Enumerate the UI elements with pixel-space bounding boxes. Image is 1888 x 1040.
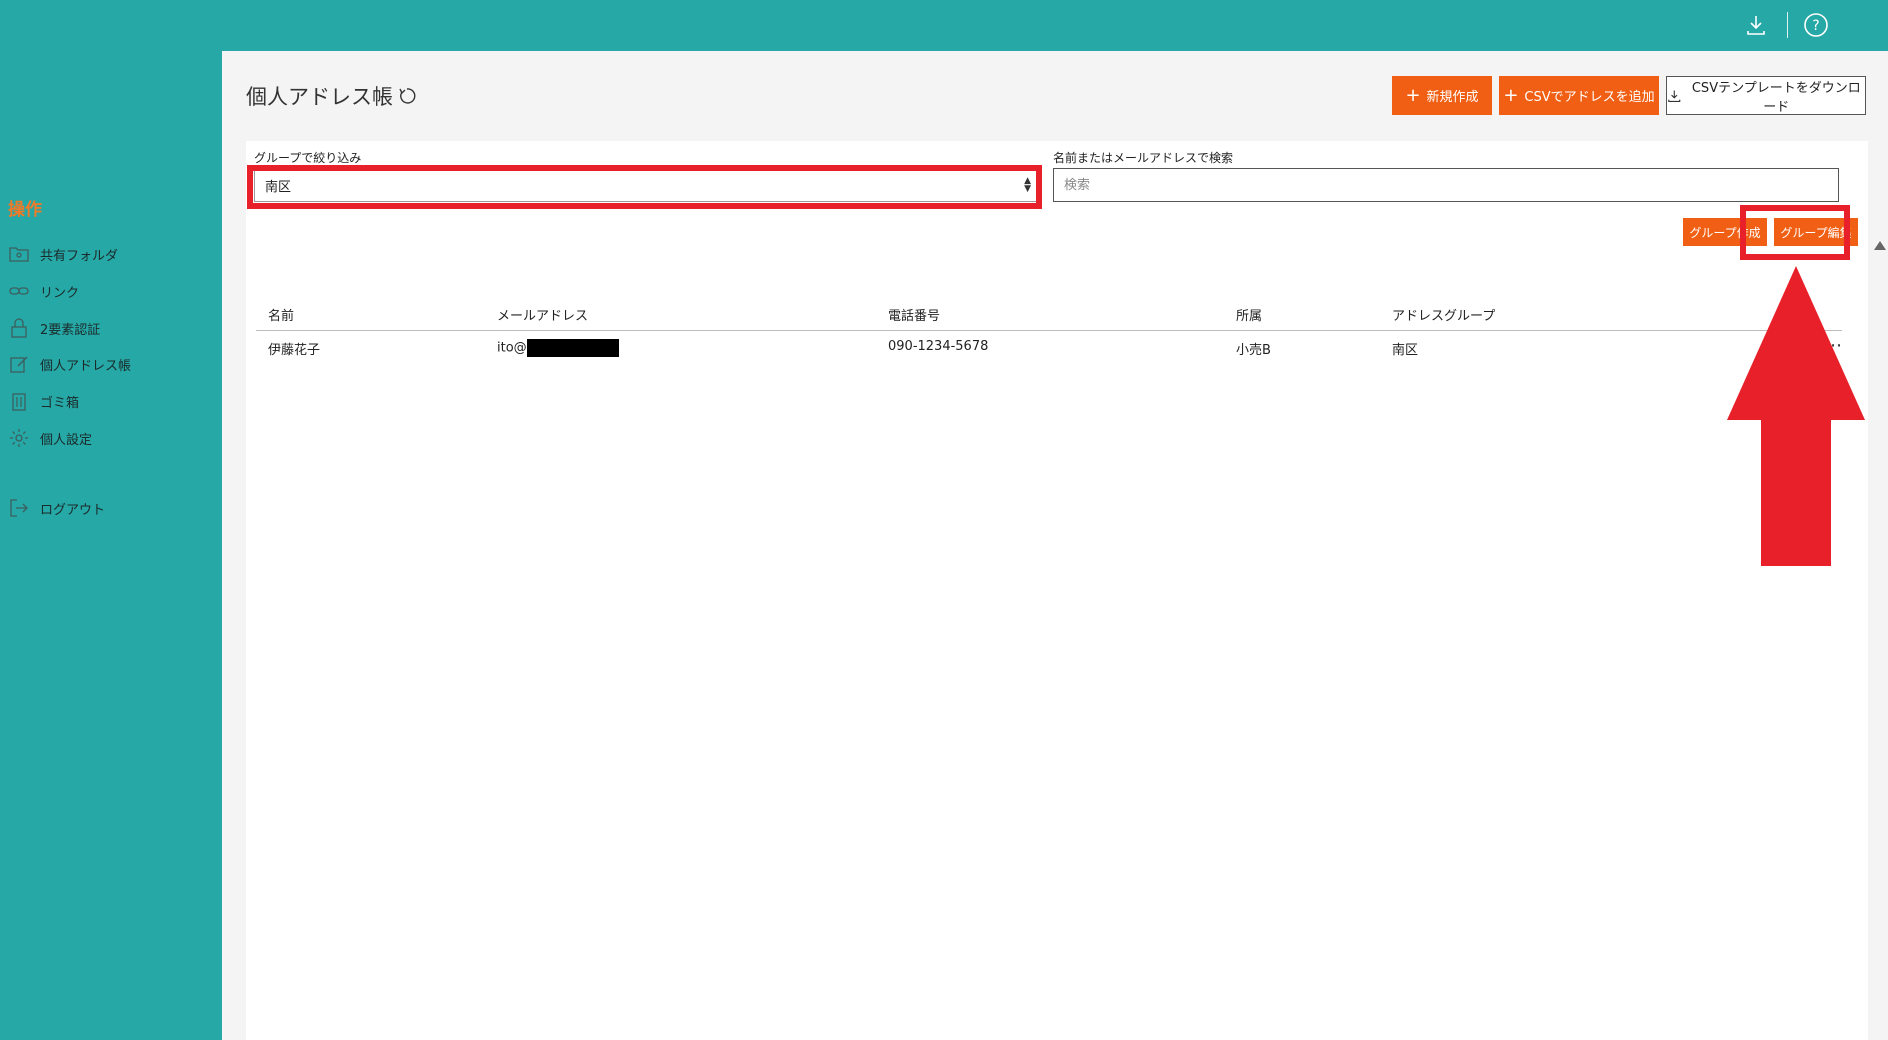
sidebar-item-logout[interactable]: ログアウト xyxy=(8,496,105,520)
annotation-arrow-up-icon xyxy=(1727,266,1865,566)
logout-icon xyxy=(10,499,28,517)
gear-icon xyxy=(10,429,28,447)
group-filter-label: グループで絞り込み xyxy=(254,151,362,165)
csv-add-button-label: CSVでアドレスを追加 xyxy=(1524,90,1655,105)
trash-icon xyxy=(12,393,26,411)
cell-affiliation: 小売B xyxy=(1236,343,1271,358)
scroll-up-icon[interactable] xyxy=(1874,241,1886,250)
sidebar-item-2fa[interactable]: 2要素認証 xyxy=(8,316,100,340)
redaction-bar xyxy=(526,339,619,357)
cell-email: ito@ xyxy=(497,339,619,357)
sidebar-item-settings[interactable]: 個人設定 xyxy=(8,426,92,450)
cell-name: 伊藤花子 xyxy=(268,343,321,358)
page-title-text: 個人アドレス帳 xyxy=(246,85,393,109)
sidebar-heading: 操作 xyxy=(8,200,42,220)
lock-icon xyxy=(11,318,27,338)
table-header-divider xyxy=(256,330,1842,331)
top-bar: ? xyxy=(0,0,1888,51)
sidebar-item-address-book[interactable]: 個人アドレス帳 xyxy=(8,352,131,376)
page-title: 個人アドレス帳 xyxy=(246,81,417,111)
sidebar-item-label: リンク xyxy=(40,285,80,301)
link-icon xyxy=(9,287,29,295)
address-book-card: グループで絞り込み 南区 ▲▼ 名前またはメールアドレスで検索 グループ作成 グ… xyxy=(246,141,1886,1040)
csv-add-button[interactable]: + CSVでアドレスを追加 xyxy=(1499,76,1659,115)
search-input[interactable] xyxy=(1053,168,1839,202)
new-button-label: 新規作成 xyxy=(1426,90,1479,105)
svg-text:?: ? xyxy=(1812,18,1819,34)
sidebar-item-label: 個人アドレス帳 xyxy=(40,358,132,374)
csv-template-download-button[interactable]: CSVテンプレートをダウンロード xyxy=(1666,76,1866,115)
column-header-name: 名前 xyxy=(268,309,295,324)
sidebar-item-label: 個人設定 xyxy=(40,432,93,448)
sidebar-item-shared-folder[interactable]: 共有フォルダ xyxy=(8,242,118,266)
download-icon[interactable] xyxy=(1743,12,1769,38)
sidebar-item-link[interactable]: リンク xyxy=(8,279,79,303)
help-icon[interactable]: ? xyxy=(1803,12,1829,38)
column-header-group: アドレスグループ xyxy=(1392,309,1496,324)
column-header-phone: 電話番号 xyxy=(888,309,941,324)
sidebar-item-label: ログアウト xyxy=(40,502,106,518)
shared-folder-icon xyxy=(9,247,29,262)
search-label: 名前またはメールアドレスで検索 xyxy=(1053,151,1234,165)
top-divider xyxy=(1787,12,1788,38)
email-prefix: ito@ xyxy=(497,340,527,356)
plus-icon: + xyxy=(1405,84,1421,106)
sidebar-item-label: 2要素認証 xyxy=(40,322,101,338)
csv-template-button-label: CSVテンプレートをダウンロード xyxy=(1691,80,1861,115)
cell-phone: 090-1234-5678 xyxy=(888,339,989,354)
plus-icon: + xyxy=(1503,84,1519,106)
edit-icon xyxy=(10,356,28,373)
download-icon xyxy=(1668,90,1681,102)
cell-group: 南区 xyxy=(1392,343,1419,358)
highlight-group-edit-button xyxy=(1740,205,1850,260)
column-header-email: メールアドレス xyxy=(497,309,589,324)
column-header-affiliation: 所属 xyxy=(1236,309,1263,324)
sidebar: 操作 共有フォルダ リンク 2要素認証 個人アドレス帳 ゴミ箱 個人設定 ログア… xyxy=(0,51,222,1040)
sidebar-item-trash[interactable]: ゴミ箱 xyxy=(8,389,79,413)
new-button[interactable]: + 新規作成 xyxy=(1392,76,1492,115)
sidebar-item-label: ゴミ箱 xyxy=(40,395,80,411)
highlight-group-select xyxy=(247,165,1042,209)
sidebar-item-label: 共有フォルダ xyxy=(40,248,119,264)
reload-icon[interactable] xyxy=(397,86,417,106)
